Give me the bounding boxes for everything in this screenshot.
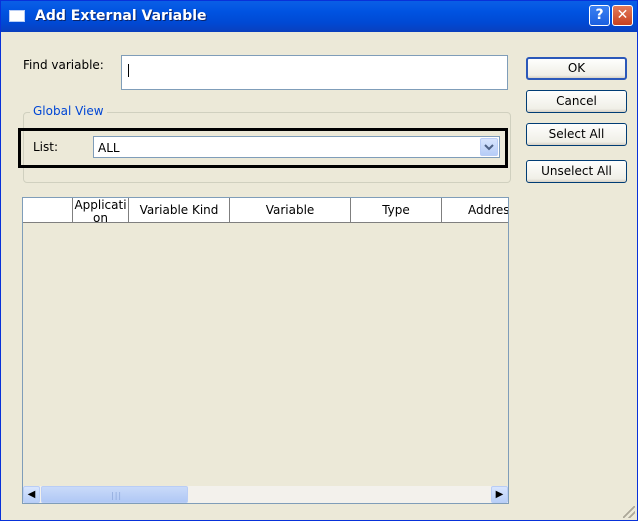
window-title: Add External Variable	[35, 8, 207, 24]
column-header-select[interactable]	[23, 198, 73, 222]
scroll-left-icon[interactable]: ◀	[23, 486, 40, 503]
column-header-address[interactable]: Address	[442, 198, 508, 222]
text-caret	[128, 64, 129, 77]
resize-grip-icon[interactable]	[623, 506, 635, 518]
horizontal-scrollbar[interactable]: ◀ ||| ▶	[23, 486, 508, 503]
list-label: List:	[33, 140, 59, 154]
ok-button[interactable]: OK	[526, 57, 627, 80]
add-external-variable-dialog: Add External Variable ? ✕ Find variable:…	[0, 0, 638, 521]
window-icon	[9, 10, 25, 22]
column-header-variable[interactable]: Variable	[230, 198, 351, 222]
cancel-button[interactable]: Cancel	[526, 90, 627, 113]
select-all-button[interactable]: Select All	[526, 123, 627, 146]
unselect-all-button[interactable]: Unselect All	[526, 160, 627, 183]
global-view-title: Global View	[30, 104, 107, 118]
variables-table[interactable]: Application Variable Kind Variable Type …	[22, 197, 509, 504]
table-header: Application Variable Kind Variable Type …	[23, 198, 508, 223]
column-header-application[interactable]: Application	[73, 198, 129, 222]
scroll-grip: |||	[111, 491, 123, 500]
help-button[interactable]: ?	[589, 5, 610, 26]
scroll-thumb[interactable]: |||	[41, 486, 188, 503]
list-dropdown[interactable]: ALL	[93, 136, 500, 158]
column-header-variable-kind[interactable]: Variable Kind	[129, 198, 230, 222]
close-button[interactable]: ✕	[612, 5, 633, 26]
find-variable-label: Find variable:	[23, 58, 104, 72]
chevron-down-icon[interactable]	[480, 138, 498, 156]
scroll-right-icon[interactable]: ▶	[491, 486, 508, 503]
title-bar[interactable]: Add External Variable ? ✕	[1, 1, 637, 32]
find-variable-input[interactable]	[121, 55, 508, 90]
list-selected-value: ALL	[98, 141, 120, 155]
column-header-type[interactable]: Type	[351, 198, 442, 222]
